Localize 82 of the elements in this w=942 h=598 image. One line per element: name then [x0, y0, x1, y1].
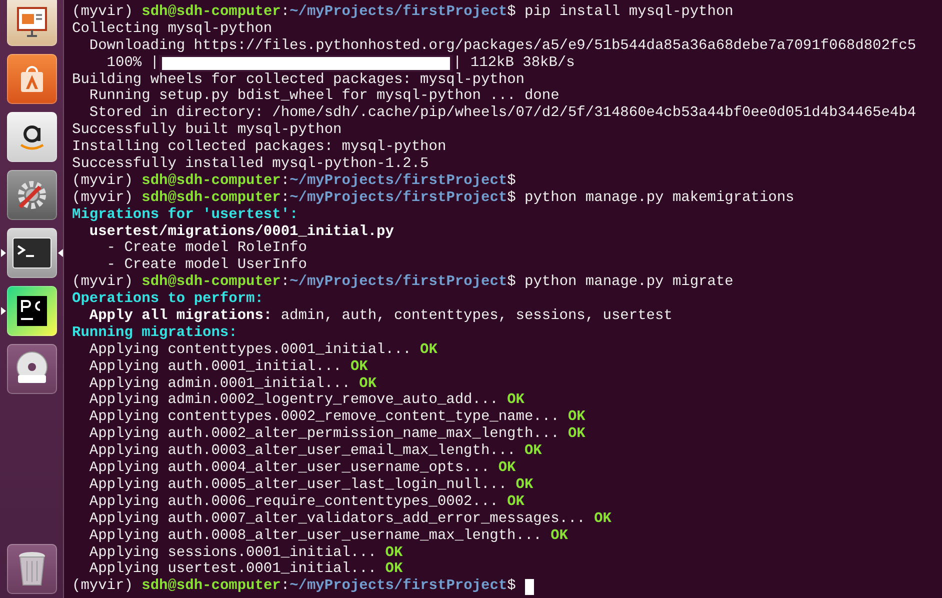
status-text: OK	[359, 376, 377, 392]
migration-line: Applying auth.0006_require_contenttypes_0002...	[89, 494, 498, 511]
progress-percent: 100% |	[106, 54, 160, 72]
prompt-symbol: $	[507, 172, 516, 190]
status-text: OK	[568, 426, 586, 444]
prompt-env: (myvir)	[72, 4, 133, 21]
migration-line: Applying contenttypes.0001_initial...	[89, 342, 412, 359]
prompt-env: (myvir)	[72, 274, 133, 292]
status-text: OK	[350, 358, 368, 376]
prompt-symbol: $	[507, 578, 516, 596]
output-line: Stored in directory: /home/sdh/.cache/pip/wheels/07/d2/5f/314860e4cb53a44bf0ee0d051d4b34465e4b4	[89, 105, 916, 122]
prompt-separator: :	[280, 172, 290, 190]
section-heading: Running migrations:	[72, 324, 238, 342]
status-text: OK	[385, 544, 403, 562]
migration-line: Applying auth.0002_alter_permission_name_max_length...	[89, 426, 560, 444]
status-text: OK	[420, 342, 438, 359]
file-path: usertest/migrations/0001_initial.py	[89, 224, 394, 240]
prompt-path: ~/myProjects/firstProject	[290, 274, 508, 292]
status-text: OK	[507, 392, 524, 410]
migration-line: Applying auth.0005_alter_user_last_login_null...	[89, 476, 508, 494]
prompt-symbol: $	[507, 4, 516, 21]
migration-line: Applying auth.0001_initial...	[89, 358, 342, 376]
migration-line: Applying auth.0004_alter_user_username_opts...	[89, 460, 490, 477]
prompt-path: ~/myProjects/firstProject	[290, 190, 508, 207]
terminal-icon	[12, 237, 52, 269]
status-text: OK	[524, 443, 542, 460]
status-text: OK	[550, 528, 568, 545]
prompt-user-host: sdh@sdh-computer	[142, 274, 281, 291]
prompt-env: (myvir)	[72, 172, 133, 190]
prompt-separator: :	[280, 578, 290, 596]
prompt-symbol: $	[507, 190, 516, 207]
migration-line: Applying auth.0007_alter_validators_add_error_messages...	[89, 510, 586, 528]
output-line: - Create model UserInfo	[106, 257, 307, 274]
launcher-button[interactable]	[6, 286, 56, 336]
prompt-path: ~/myProjects/firstProject	[290, 578, 508, 596]
migration-line: Applying auth.0003_alter_user_email_max_length...	[89, 443, 516, 460]
launcher-button[interactable]	[6, 112, 56, 162]
launcher-button[interactable]	[6, 0, 56, 46]
migration-line: Applying auth.0008_alter_user_username_max_length...	[89, 528, 542, 545]
prompt-separator: :	[280, 4, 290, 21]
prompt-user-host: sdh@sdh-computer	[142, 190, 281, 207]
prompt-env: (myvir)	[72, 190, 133, 207]
command-text: pip install mysql-python	[524, 4, 734, 21]
progress-stats: | 112kB 38kB/s	[453, 54, 575, 72]
output-line: - Create model RoleInfo	[106, 240, 307, 258]
launcher-button[interactable]	[6, 344, 56, 394]
output-line: Downloading https://files.pythonhosted.org/packages/a5/e9/51b544da85a36a68debe7a7091f068d802fc5	[89, 38, 916, 55]
migration-line: Applying contenttypes.0002_remove_content_type_name...	[89, 409, 560, 426]
status-text: OK	[568, 409, 586, 426]
migration-line: Applying sessions.0001_initial...	[89, 544, 377, 562]
presentation-icon	[14, 4, 48, 38]
prompt-env: (myvir)	[72, 578, 133, 596]
status-text: OK	[516, 476, 534, 494]
prompt-path: ~/myProjects/firstProject	[290, 4, 508, 21]
output-label: Apply all migrations:	[89, 308, 272, 325]
prompt-user-host: sdh@sdh-computer	[142, 4, 281, 21]
command-text: python manage.py makemigrations	[524, 190, 794, 207]
prompt-separator: :	[280, 274, 290, 292]
output-line: admin, auth, contenttypes, sessions, usertest	[280, 308, 672, 325]
prompt-user-host: sdh@sdh-computer	[142, 172, 281, 190]
command-text: python manage.py migrate	[524, 274, 734, 292]
prompt-user-host: sdh@sdh-computer	[142, 578, 281, 596]
output-line: Successfully built mysql-python	[72, 122, 342, 140]
migration-line: Applying admin.0001_initial...	[89, 376, 350, 392]
section-heading: Operations to perform:	[72, 291, 264, 308]
output-line: Successfully installed mysql-python-1.2.5	[72, 156, 429, 173]
prompt-symbol: $	[507, 274, 516, 292]
status-text: OK	[385, 561, 403, 578]
status-text: OK	[498, 460, 516, 477]
section-heading: Migrations for 'usertest':	[72, 206, 298, 224]
migration-line: Applying usertest.0001_initial...	[89, 561, 377, 578]
launcher-button[interactable]	[6, 228, 56, 278]
output-line: Running setup.py bdist_wheel for mysql-python ... done	[89, 88, 560, 106]
output-line: Building wheels for collected packages: mysql-python	[72, 72, 524, 88]
status-text: OK	[594, 510, 612, 528]
migration-line: Applying admin.0002_logentry_remove_auto_add...	[89, 392, 498, 410]
output-line: Collecting mysql-python	[72, 20, 272, 38]
prompt-separator: :	[280, 190, 290, 207]
launcher-button[interactable]	[6, 544, 56, 594]
prompt-path: ~/myProjects/firstProject	[290, 172, 508, 190]
output-line: Installing collected packages: mysql-python	[72, 139, 446, 156]
status-text: OK	[507, 494, 524, 511]
